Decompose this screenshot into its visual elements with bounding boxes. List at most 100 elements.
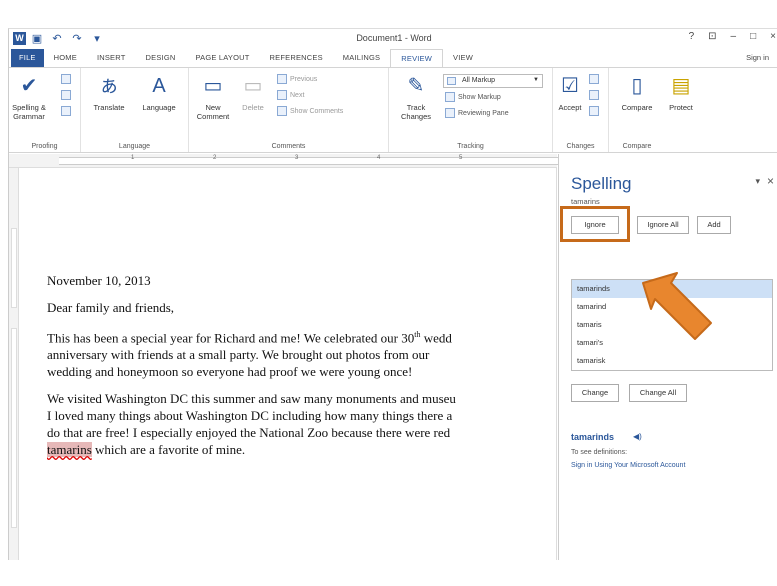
- suggestion-item[interactable]: tamarisk: [572, 352, 772, 370]
- delete-comment-button[interactable]: ▭ Delete: [235, 72, 271, 113]
- previous-change-button[interactable]: [589, 90, 599, 100]
- define-button[interactable]: [61, 74, 71, 84]
- reviewing-pane-label: Reviewing Pane: [458, 109, 509, 117]
- markup-value: All Markup: [462, 77, 496, 84]
- tab-view[interactable]: VIEW: [443, 49, 483, 67]
- previous-change-icon: [589, 90, 599, 100]
- document-body[interactable]: November 10, 2013 Dear family and friend…: [47, 272, 557, 468]
- group-label-language: Language: [118, 143, 151, 150]
- changes-label: Changes: [400, 112, 432, 121]
- misspelled-word-label: tamarins: [571, 197, 600, 206]
- new-comment-button[interactable]: ▭ New Comment: [193, 72, 233, 122]
- help-icon[interactable]: ?: [689, 31, 695, 42]
- para1-line1: This has been a special year for Richard…: [47, 330, 415, 346]
- group-changes: ☑ Accept Changes: [553, 68, 609, 152]
- translate-button[interactable]: ぁ Translate: [87, 72, 131, 113]
- word-count-icon: [61, 106, 71, 116]
- delete-comment-icon: ▭: [243, 74, 263, 97]
- window-controls: ? ⊡ – □ ×: [689, 31, 776, 42]
- tab-references[interactable]: REFERENCES: [260, 49, 333, 67]
- letter-greeting: Dear family and friends,: [47, 300, 175, 315]
- reviewing-pane-icon: [445, 108, 455, 118]
- previous-label: Previous: [290, 75, 318, 83]
- tab-mailings[interactable]: MAILINGS: [333, 49, 390, 67]
- speaker-icon[interactable]: ◀): [633, 432, 642, 441]
- ruler-number: 5: [459, 155, 463, 161]
- para2-line3: do that are free! I especially enjoyed t…: [47, 425, 451, 441]
- change-all-button[interactable]: Change All: [629, 384, 687, 402]
- tab-page-layout[interactable]: PAGE LAYOUT: [186, 49, 260, 67]
- previous-comment-button[interactable]: Previous: [277, 74, 317, 84]
- show-comments-button[interactable]: Show Comments: [277, 106, 343, 116]
- compare-label: Compare: [621, 103, 653, 112]
- grammar-label: Grammar: [13, 112, 45, 121]
- pane-close-icon[interactable]: ×: [767, 174, 774, 188]
- ribbon-display-icon[interactable]: ⊡: [708, 31, 716, 42]
- ruler-number: 4: [377, 155, 381, 161]
- letter-date: November 10, 2013: [47, 273, 151, 288]
- misspelled-word[interactable]: tamarins: [47, 442, 92, 458]
- tab-file[interactable]: FILE: [11, 49, 44, 67]
- redo-icon[interactable]: ↷: [71, 32, 83, 45]
- word-app-icon[interactable]: W: [13, 32, 26, 45]
- next-change-button[interactable]: [589, 106, 599, 116]
- ruler-segment: [11, 328, 17, 528]
- define-icon: [61, 74, 71, 84]
- ruler-number: 2: [213, 155, 217, 161]
- compare-button[interactable]: ▯ Compare: [615, 72, 659, 113]
- protect-label: Protect: [669, 103, 693, 112]
- para2-line2: I loved many things about Washington DC …: [47, 408, 453, 424]
- next-comment-button[interactable]: Next: [277, 90, 304, 100]
- vertical-scrollbar[interactable]: [556, 168, 557, 560]
- language-button[interactable]: A Language: [135, 72, 183, 113]
- thesaurus-button[interactable]: [61, 90, 71, 100]
- group-label-changes: Changes: [566, 143, 595, 150]
- tab-insert[interactable]: INSERT: [87, 49, 136, 67]
- add-button[interactable]: Add: [697, 216, 731, 234]
- document-area[interactable]: November 10, 2013 Dear family and friend…: [19, 168, 557, 560]
- ignore-all-button[interactable]: Ignore All: [637, 216, 689, 234]
- display-for-review-dropdown[interactable]: All Markup ▼: [443, 74, 543, 88]
- group-compare: ▯ Compare ▤ Protect Compare: [609, 68, 719, 152]
- protect-button[interactable]: ▤ Protect: [661, 72, 701, 113]
- close-icon[interactable]: ×: [770, 31, 776, 42]
- accept-button[interactable]: ☑ Accept: [555, 72, 585, 113]
- minimize-icon[interactable]: –: [731, 31, 737, 42]
- definition-label: To see definitions:: [571, 449, 628, 456]
- ruler-segment: [11, 228, 17, 308]
- new-comment-icon: ▭: [203, 74, 223, 97]
- tab-design[interactable]: DESIGN: [136, 49, 186, 67]
- translate-label: Translate: [93, 103, 125, 112]
- new-label: New: [205, 103, 221, 112]
- show-markup-button[interactable]: Show Markup: [445, 92, 501, 102]
- pane-options-icon[interactable]: ▾: [755, 176, 760, 187]
- word-count-button[interactable]: [61, 106, 71, 116]
- track-changes-button[interactable]: ✎ Track Changes: [393, 72, 439, 122]
- reject-button[interactable]: [589, 74, 599, 84]
- undo-icon[interactable]: ↶: [51, 32, 63, 45]
- save-icon[interactable]: ▣: [31, 32, 43, 45]
- tab-review[interactable]: REVIEW: [390, 49, 444, 67]
- next-change-icon: [589, 106, 599, 116]
- show-comments-label: Show Comments: [290, 107, 344, 115]
- accept-label: Accept: [558, 103, 582, 112]
- change-button[interactable]: Change: [571, 384, 619, 402]
- sign-in-link[interactable]: Sign in: [746, 53, 769, 62]
- translate-icon: ぁ: [99, 74, 119, 97]
- quick-access-toolbar: ▣ ↶ ↷ ▾: [31, 32, 103, 45]
- maximize-icon[interactable]: □: [750, 31, 756, 42]
- ignore-button[interactable]: Ignore: [571, 216, 619, 234]
- next-icon: [277, 90, 287, 100]
- spelling-grammar-button[interactable]: ✔ Spelling & Grammar: [11, 72, 47, 122]
- ribbon: ✔ Spelling & Grammar Proofing ぁ Translat…: [9, 67, 777, 153]
- sign-in-link[interactable]: Sign in Using Your Microsoft Account: [571, 462, 685, 469]
- reviewing-pane-button[interactable]: Reviewing Pane: [445, 108, 509, 118]
- vertical-ruler: [9, 168, 19, 560]
- customize-icon[interactable]: ▾: [91, 32, 103, 45]
- track-changes-icon: ✎: [407, 74, 425, 97]
- tab-home[interactable]: HOME: [44, 49, 87, 67]
- arrow-callout-icon: [642, 272, 712, 340]
- ribbon-tabs: FILE HOME INSERT DESIGN PAGE LAYOUT REFE…: [9, 49, 777, 67]
- spelling-label: Spelling &: [12, 103, 46, 112]
- comment-label: Comment: [196, 112, 230, 121]
